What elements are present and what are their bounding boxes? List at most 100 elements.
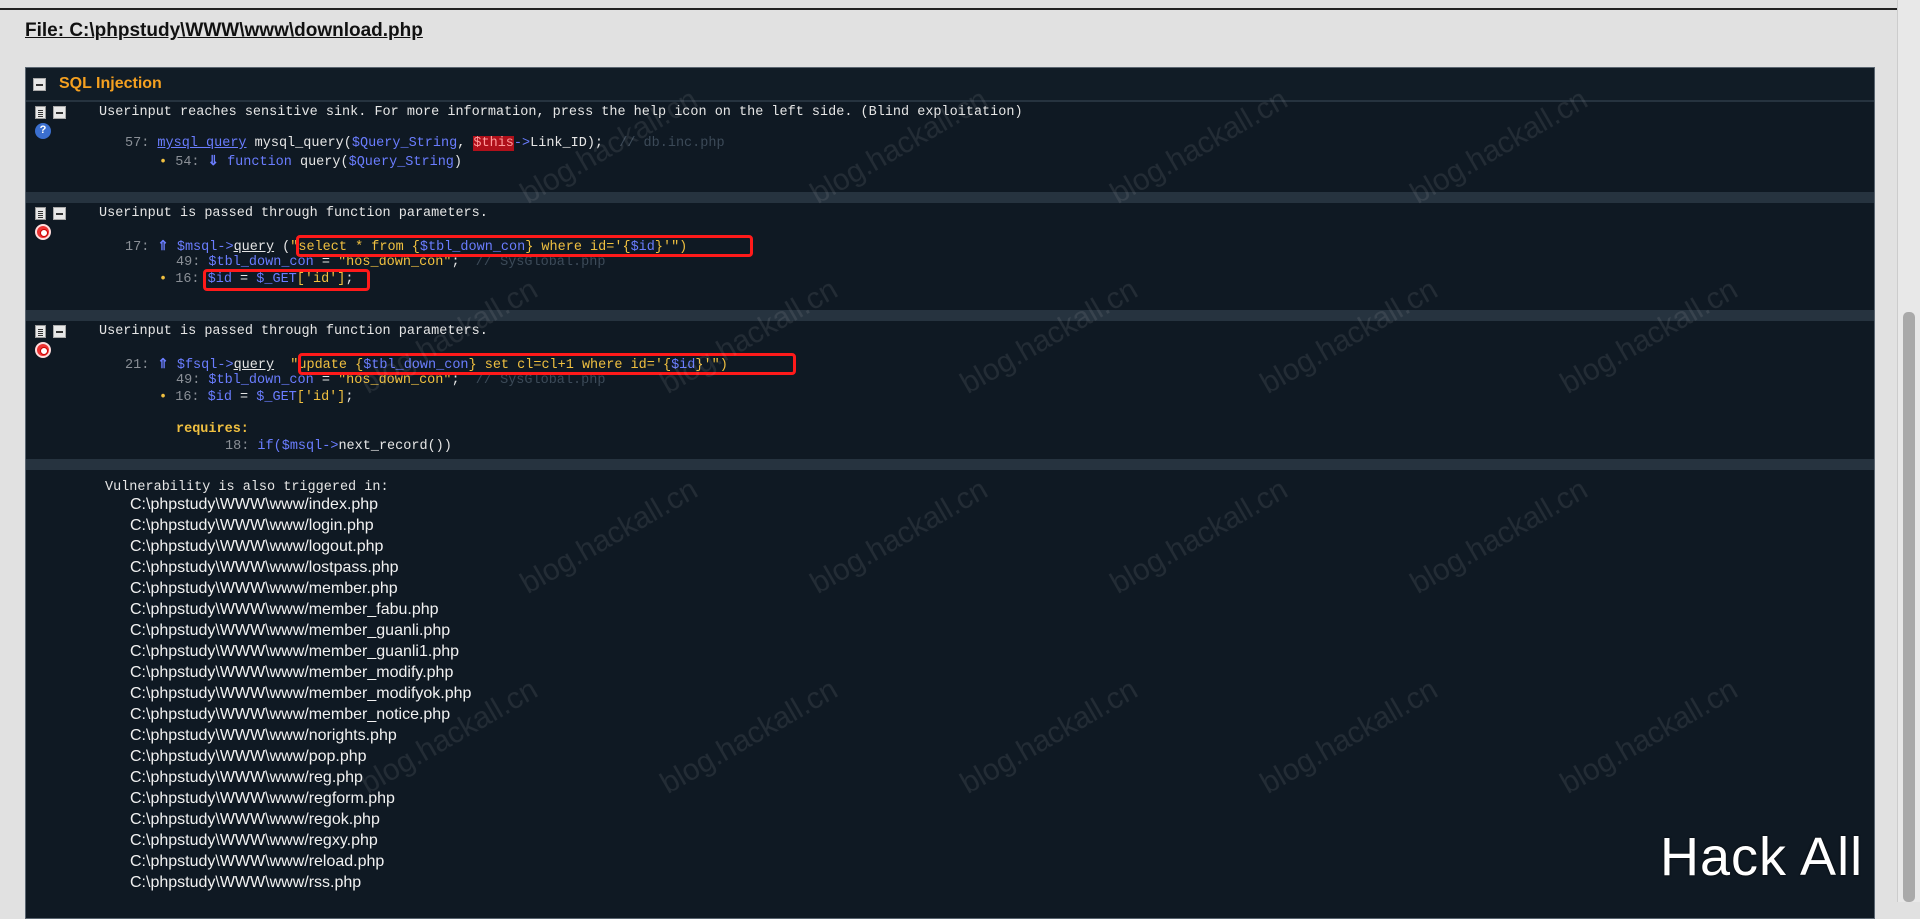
code-text: = bbox=[231, 390, 257, 405]
line-number: 16: bbox=[175, 272, 200, 287]
line-number: 49: bbox=[176, 255, 201, 270]
list-item: C:\phpstudy\WWW\www/pop.php bbox=[130, 748, 367, 765]
code-text: next_record()) bbox=[338, 439, 452, 454]
code-operator: -> bbox=[513, 136, 531, 151]
line-number: 21: bbox=[125, 358, 150, 373]
scrollbar-thumb[interactable] bbox=[1903, 312, 1915, 902]
tainted-variable: $this bbox=[473, 136, 514, 151]
vuln-1-icons: ? bbox=[35, 106, 69, 181]
list-item: C:\phpstudy\WWW\www/reload.php bbox=[130, 853, 385, 870]
code-text: ( bbox=[274, 240, 291, 255]
function-link[interactable]: query bbox=[234, 358, 275, 373]
highlight-box bbox=[203, 269, 370, 291]
brand-watermark: Hack All bbox=[1660, 827, 1864, 887]
code-text: ; bbox=[451, 255, 460, 270]
bullet-icon: • bbox=[159, 390, 168, 405]
also-triggered-title: Vulnerability is also triggered in: bbox=[105, 480, 389, 495]
vuln-3-icons bbox=[35, 325, 69, 400]
vuln-2-icons bbox=[35, 207, 69, 282]
sql-injection-panel: SQL Injection ? Userinput reaches sensit… bbox=[25, 67, 1875, 919]
code-text: Link_ID); bbox=[530, 136, 604, 151]
code-variable: $msql-> bbox=[176, 240, 234, 255]
collapse-icon[interactable] bbox=[53, 325, 66, 338]
list-item: C:\phpstudy\WWW\www/regok.php bbox=[130, 811, 380, 828]
list-item: C:\phpstudy\WWW\www/member_guanli.php bbox=[130, 622, 451, 639]
line-number: 18: bbox=[225, 439, 250, 454]
file-comment: // SysGlobal.php bbox=[459, 373, 606, 388]
code-text: query( bbox=[291, 155, 349, 170]
code-variable: $Query_String bbox=[351, 136, 458, 151]
requires-label: requires: bbox=[176, 422, 249, 437]
code-keyword: function bbox=[227, 155, 292, 170]
code-line: 18: if($msql->next_record()) bbox=[225, 439, 452, 454]
collapse-icon[interactable] bbox=[53, 106, 66, 119]
list-item: C:\phpstudy\WWW\www/norights.php bbox=[130, 727, 397, 744]
help-icon[interactable]: ? bbox=[35, 123, 51, 139]
code-string: "hos_down_con" bbox=[338, 255, 452, 270]
code-line: 49: $tbl_down_con = "hos_down_con"; // S… bbox=[176, 255, 605, 270]
list-item: C:\phpstudy\WWW\www/regform.php bbox=[130, 790, 395, 807]
code-keyword: if( bbox=[257, 439, 282, 454]
code-text: = bbox=[313, 373, 339, 388]
code-variable: $id bbox=[207, 390, 232, 405]
line-number: 16: bbox=[175, 390, 200, 405]
arrow-up-icon[interactable]: ⇑ bbox=[157, 240, 168, 255]
list-item: C:\phpstudy\WWW\www/logout.php bbox=[130, 538, 384, 555]
function-link[interactable]: query bbox=[234, 240, 275, 255]
triggered-file-list: C:\phpstudy\WWW\www/index.php C:\phpstud… bbox=[130, 494, 471, 893]
collapse-icon[interactable] bbox=[53, 207, 66, 220]
separator bbox=[26, 310, 1874, 321]
bullet-icon: • bbox=[159, 155, 168, 170]
line-number: 54: bbox=[175, 155, 200, 170]
file-comment: // db.inc.php bbox=[603, 136, 725, 151]
line-number: 17: bbox=[125, 240, 150, 255]
list-item: C:\phpstudy\WWW\www/regxy.php bbox=[130, 832, 378, 849]
arrow-up-icon[interactable]: ⇑ bbox=[157, 358, 168, 373]
code-variable: $msql-> bbox=[281, 439, 339, 454]
file-icon[interactable] bbox=[35, 106, 46, 119]
list-item: C:\phpstudy\WWW\www/member_modify.php bbox=[130, 664, 454, 681]
code-string: "hos_down_con" bbox=[338, 373, 452, 388]
list-item: C:\phpstudy\WWW\www/login.php bbox=[130, 517, 374, 534]
target-icon[interactable] bbox=[35, 224, 51, 240]
list-item: C:\phpstudy\WWW\www/member.php bbox=[130, 580, 398, 597]
code-text: ) bbox=[453, 155, 463, 170]
arrow-down-icon[interactable]: ⇓ bbox=[208, 155, 219, 170]
code-variable: $Query_String bbox=[348, 155, 454, 170]
collapse-icon[interactable] bbox=[33, 77, 46, 91]
list-item: C:\phpstudy\WWW\www/index.php bbox=[130, 496, 379, 513]
section-title: SQL Injection bbox=[59, 75, 162, 92]
code-line: 57: mysql_query mysql_query($Query_Strin… bbox=[125, 136, 725, 151]
file-icon[interactable] bbox=[35, 207, 46, 220]
code-variable: $tbl_down_con bbox=[208, 373, 314, 388]
panel-header: SQL Injection bbox=[26, 68, 1874, 102]
file-heading: File: C:\phpstudy\WWW\www\download.php bbox=[25, 20, 423, 41]
vertical-scrollbar[interactable] bbox=[1897, 0, 1920, 902]
list-item: C:\phpstudy\WWW\www/rss.php bbox=[130, 874, 362, 891]
vuln-message: Userinput is passed through function par… bbox=[99, 324, 488, 339]
vuln-block-3: Userinput is passed through function par… bbox=[26, 321, 1874, 459]
code-text: , bbox=[457, 136, 474, 151]
file-icon[interactable] bbox=[35, 325, 46, 338]
line-number: 49: bbox=[176, 373, 201, 388]
code-line: • 16: $id = $_GET['id']; bbox=[159, 390, 354, 405]
code-variable: $_GET bbox=[256, 390, 297, 405]
code-line: • 54: ⇓ function query($Query_String) bbox=[159, 153, 462, 170]
list-item: C:\phpstudy\WWW\www/member_notice.php bbox=[130, 706, 451, 723]
vuln-block-2: Userinput is passed through function par… bbox=[26, 203, 1874, 310]
also-triggered-section: Vulnerability is also triggered in: C:\p… bbox=[26, 470, 1874, 893]
list-item: C:\phpstudy\WWW\www/member_fabu.php bbox=[130, 601, 439, 618]
vuln-block-1: ? Userinput reaches sensitive sink. For … bbox=[26, 102, 1874, 192]
sink-function-link[interactable]: mysql_query bbox=[157, 136, 246, 151]
top-divider bbox=[0, 8, 1898, 10]
target-icon[interactable] bbox=[35, 342, 51, 358]
file-comment: // SysGlobal.php bbox=[459, 255, 606, 270]
list-item: C:\phpstudy\WWW\www/member_modifyok.php bbox=[130, 685, 472, 702]
list-item: C:\phpstudy\WWW\www/reg.php bbox=[130, 769, 363, 786]
code-variable: $fsql-> bbox=[176, 358, 234, 373]
code-text: ; bbox=[345, 390, 354, 405]
code-text: mysql_query( bbox=[246, 136, 352, 151]
list-item: C:\phpstudy\WWW\www/member_guanli1.php bbox=[130, 643, 460, 660]
vuln-message: Userinput reaches sensitive sink. For mo… bbox=[99, 105, 1023, 120]
